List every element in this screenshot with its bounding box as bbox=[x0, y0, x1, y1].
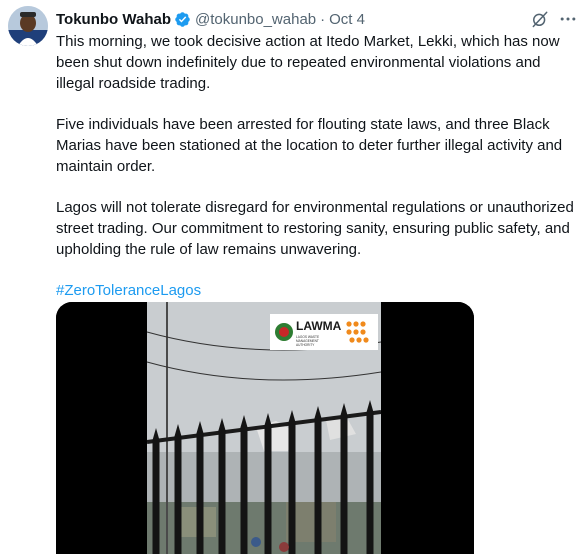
video-frame: LAWMA LAGOS WASTE MANAGEMENT AUTHORITY bbox=[56, 302, 474, 554]
verified-badge-icon bbox=[174, 11, 191, 28]
tweet-video[interactable]: LAWMA LAGOS WASTE MANAGEMENT AUTHORITY bbox=[56, 302, 474, 554]
svg-text:AUTHORITY: AUTHORITY bbox=[296, 343, 315, 347]
separator-dot: · bbox=[320, 10, 326, 28]
tweet-paragraph-2: Five individuals have been arrested for … bbox=[56, 116, 563, 175]
tweet-text: This morning, we took decisive action at… bbox=[56, 31, 576, 301]
svg-text:LAWMA: LAWMA bbox=[296, 319, 342, 333]
hashtag-link[interactable]: #ZeroToleranceLagos bbox=[56, 280, 576, 301]
avatar[interactable] bbox=[8, 6, 48, 46]
tweet-date[interactable]: Oct 4 bbox=[329, 11, 365, 28]
tweet-paragraph-3: Lagos will not tolerate disregard for en… bbox=[56, 199, 574, 258]
more-options-icon[interactable] bbox=[558, 9, 578, 29]
author-name[interactable]: Tokunbo Wahab bbox=[56, 11, 171, 28]
tweet-header: Tokunbo Wahab @tokunbo_wahab · Oct 4 bbox=[56, 9, 576, 29]
tweet-paragraph-1: This morning, we took decisive action at… bbox=[56, 33, 560, 92]
lawma-logo: LAWMA LAGOS WASTE MANAGEMENT AUTHORITY bbox=[270, 314, 378, 350]
avatar-image bbox=[8, 6, 48, 46]
grok-icon[interactable] bbox=[530, 9, 550, 29]
author-handle[interactable]: @tokunbo_wahab bbox=[195, 11, 316, 28]
